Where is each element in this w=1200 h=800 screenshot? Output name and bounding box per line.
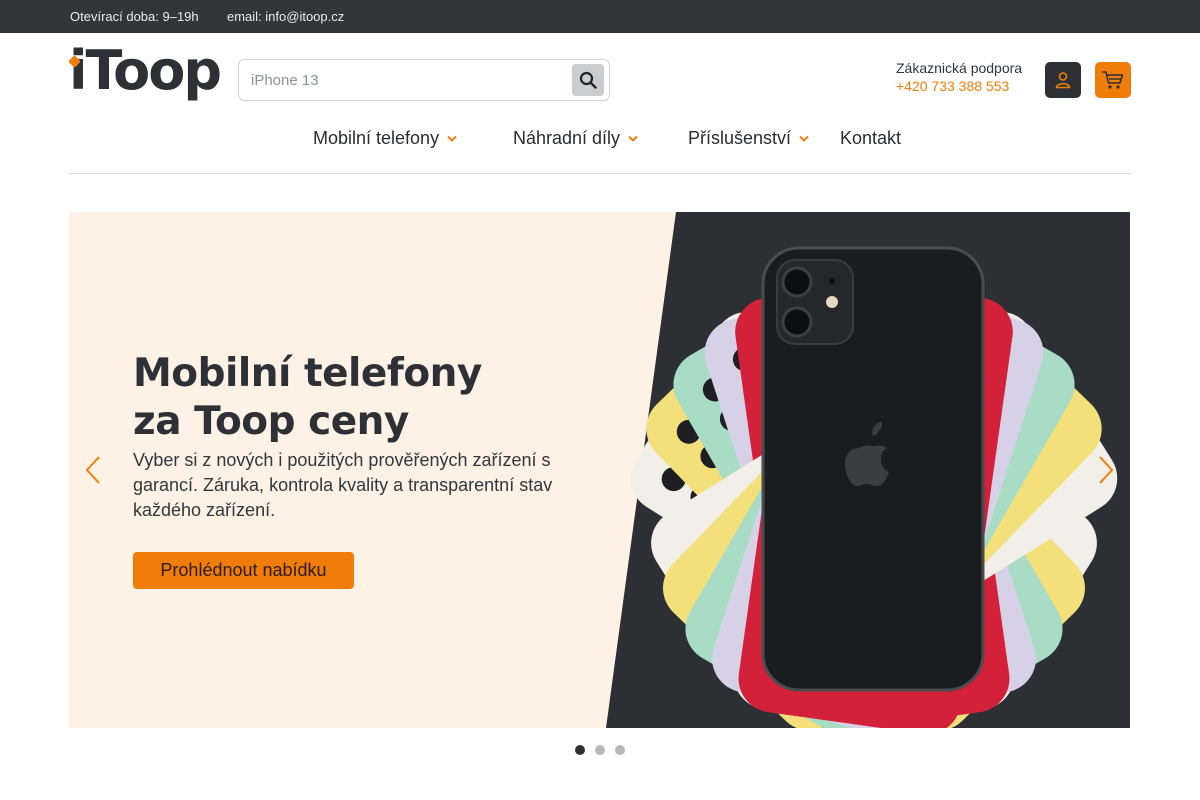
account-button[interactable] [1045,62,1081,98]
main-navigation: Mobilní telefony Náhradní díly Příslušen… [0,128,1200,154]
support-label: Zákaznická podpora [896,60,1023,76]
search-icon [579,71,597,89]
nav-item-label: Mobilní telefony [313,128,440,148]
slider-dot-1[interactable] [575,745,585,755]
user-icon [1055,72,1071,89]
chevron-down-icon [447,135,457,142]
search-input[interactable] [251,69,571,91]
hero-title-line-2: za Toop ceny [133,399,409,444]
opening-hours: Otevírací doba: 9–19h [70,9,199,24]
hero-slider: Mobilní telefony za Toop ceny Vyber si z… [69,212,1130,728]
hero-title-line-1: Mobilní telefony [133,351,482,396]
slider-next-button[interactable] [1093,454,1117,486]
chevron-down-icon [799,135,809,142]
chevron-down-icon [628,135,638,142]
nav-item-contact[interactable]: Kontakt [840,128,901,149]
hero-title: Mobilní telefony za Toop ceny [133,350,482,446]
chevron-left-icon [85,456,100,484]
cart-button[interactable] [1095,62,1131,98]
nav-item-mobile-phones[interactable]: Mobilní telefony [313,128,457,149]
nav-item-accessories[interactable]: Příslušenství [688,128,809,149]
search-button[interactable] [572,64,604,96]
hero-description: Vyber si z nových i použitých prověřenýc… [133,450,553,520]
slider-prev-button[interactable] [82,454,106,486]
browse-offer-button[interactable]: Prohlédnout nabídku [133,552,354,589]
chevron-right-icon [1099,456,1114,484]
nav-item-label: Náhradní díly [513,128,621,148]
search-box [238,59,610,101]
site-logo[interactable]: iToop [68,44,222,106]
top-info-bar: Otevírací doba: 9–19h email: info@itoop.… [0,0,1200,33]
cart-icon [1102,71,1124,89]
nav-item-label: Kontakt [840,128,902,148]
customer-support: Zákaznická podpora +420 733 388 553 [896,60,1022,94]
slider-dot-2[interactable] [595,745,605,755]
support-phone[interactable]: +420 733 388 553 [896,78,1022,94]
contact-email[interactable]: email: info@itoop.cz [227,9,344,24]
nav-divider [69,173,1131,174]
nav-item-spare-parts[interactable]: Náhradní díly [513,128,638,149]
nav-item-label: Příslušenství [688,128,792,148]
slider-dot-3[interactable] [615,745,625,755]
logo-text: iToop [69,39,222,102]
slider-pagination [575,745,625,755]
